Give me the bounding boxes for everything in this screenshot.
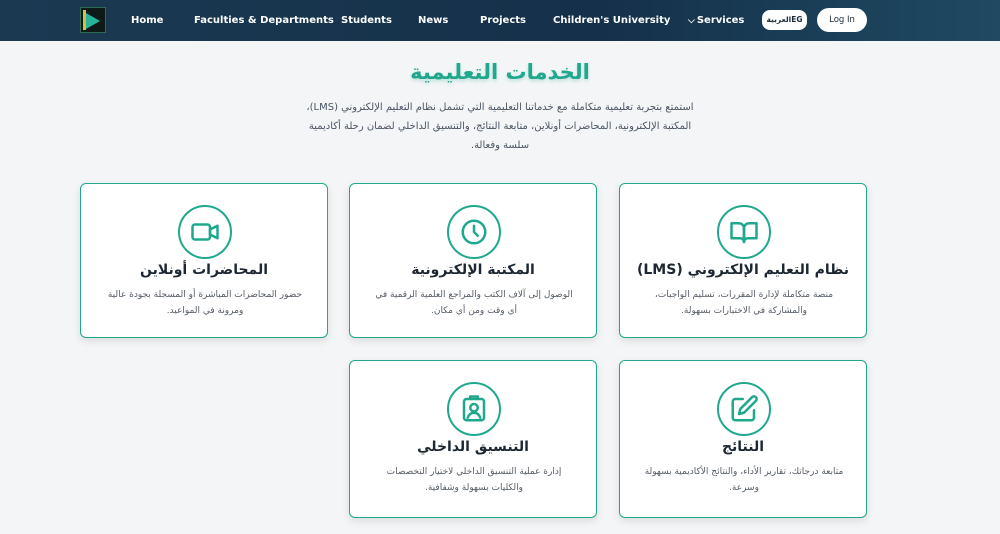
section-title: الخدمات التعليمية (410, 60, 590, 84)
card-description: إدارة عملية التنسيق الداخلي لاختيار التخ… (386, 467, 562, 493)
card-description: منصة متكاملة لإدارة المقررات، تسليم الوا… (654, 290, 834, 316)
nav-projects[interactable]: Projects (480, 0, 526, 41)
top-navbar: Home Faculties & Departments Students Ne… (0, 0, 1000, 41)
card-title: المحاضرات أونلاين (139, 262, 268, 278)
clock-icon (447, 205, 501, 259)
service-card-e-library[interactable]: المكتبة الإلكترونية الوصول إلى آلاف الكت… (349, 183, 597, 338)
book-open-icon (717, 205, 771, 259)
card-description: الوصول إلى آلاف الكتب والمراجع العلمية ا… (375, 290, 573, 316)
language-switch-button[interactable]: العربيةEG (762, 10, 807, 30)
edit-icon (717, 382, 771, 436)
card-title: المكتبة الإلكترونية (411, 262, 535, 278)
card-title: التنسيق الداخلي (417, 439, 529, 455)
service-card-lms[interactable]: نظام التعليم الإلكتروني (LMS) منصة متكام… (619, 183, 867, 338)
nav-services-dropdown[interactable]: ⌵ Services (688, 0, 744, 41)
nav-faculties-departments[interactable]: Faculties & Departments (194, 0, 334, 41)
site-logo[interactable] (80, 7, 106, 33)
id-badge-icon (447, 382, 501, 436)
nav-students[interactable]: Students (341, 0, 392, 41)
nav-news[interactable]: News (418, 0, 448, 41)
video-camera-icon (178, 205, 232, 259)
nav-services-label: Services (696, 15, 745, 26)
nav-home[interactable]: Home (131, 0, 163, 41)
service-card-online-lectures[interactable]: المحاضرات أونلاين حضور المحاضرات المباشر… (80, 183, 328, 338)
service-card-results[interactable]: النتائج متابعة درجاتك، تقارير الأداء، وا… (619, 360, 867, 518)
service-card-internal-coordination[interactable]: التنسيق الداخلي إدارة عملية التنسيق الدا… (349, 360, 597, 518)
chevron-down-icon: ⌵ (688, 16, 695, 26)
card-description: حضور المحاضرات المباشرة أو المسجلة بجودة… (107, 290, 303, 316)
section-description: استمتع بتجربة تعليمية متكاملة مع خدماتنا… (306, 102, 694, 151)
login-button[interactable]: Log In (817, 8, 867, 32)
card-description: متابعة درجاتك، تقارير الأداء، والنتائج ا… (644, 467, 844, 493)
nav-childrens-university[interactable]: Children's University (553, 0, 670, 41)
card-title: نظام التعليم الإلكتروني (LMS) (636, 262, 850, 278)
card-title: النتائج (721, 439, 765, 455)
